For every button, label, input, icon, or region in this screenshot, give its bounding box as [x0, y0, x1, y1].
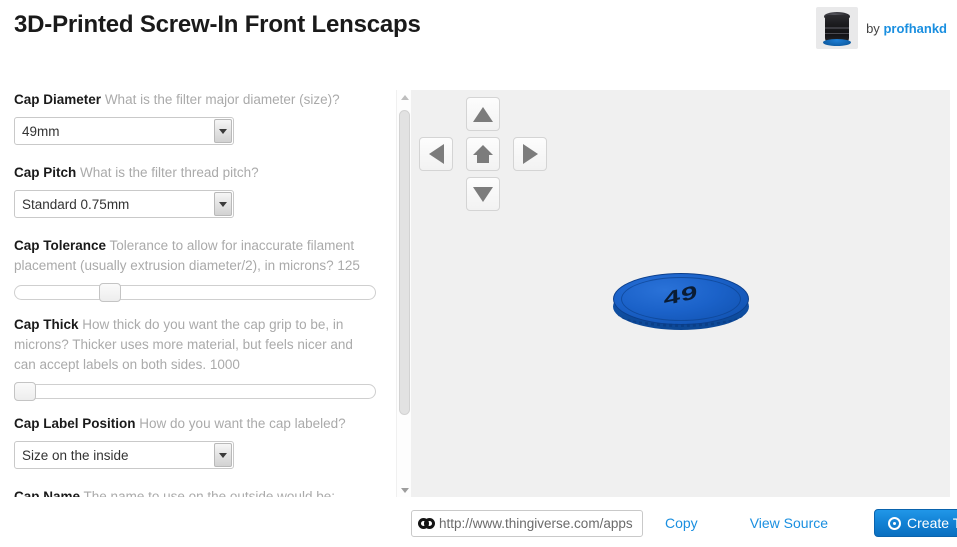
- field-label: Cap Diameter: [14, 92, 102, 107]
- scroll-up-arrow-icon[interactable]: [397, 90, 412, 104]
- triangle-down-icon: [473, 186, 493, 202]
- lens-ring-shape: [825, 33, 850, 34]
- field-label: Cap Label Position: [14, 416, 136, 431]
- field-value: 1000: [209, 357, 240, 372]
- byline: by profhankd: [816, 6, 947, 50]
- field-cap-pitch: Cap Pitch What is the filter thread pitc…: [0, 163, 392, 218]
- form-scrollbar[interactable]: [396, 90, 411, 497]
- home-icon: [473, 145, 493, 163]
- lenscap-3d-model[interactable]: 49: [613, 273, 749, 330]
- lens-glass-shape: [823, 39, 852, 46]
- customizer-form-panel: Cap Diameter What is the filter major di…: [0, 90, 411, 497]
- model-viewer[interactable]: 49: [411, 90, 950, 497]
- field-label: Cap Name: [14, 489, 81, 497]
- lens-ring-shape: [825, 27, 850, 29]
- slider-track[interactable]: [14, 384, 376, 399]
- field-value: 125: [337, 258, 360, 273]
- author-link[interactable]: profhankd: [883, 21, 947, 36]
- chain-link-icon: [418, 517, 435, 529]
- field-label-row: Cap Label Position How do you want the c…: [14, 414, 378, 434]
- slider-thumb[interactable]: [14, 382, 36, 401]
- cap-pitch-select-wrap[interactable]: Standard 0.75mm: [14, 190, 234, 218]
- field-cap-tolerance: Cap Tolerance Tolerance to allow for ina…: [0, 236, 392, 302]
- field-description: What is the filter thread pitch?: [80, 165, 259, 180]
- field-label: Cap Thick: [14, 317, 79, 332]
- rotate-left-button[interactable]: [419, 137, 453, 171]
- scrollbar-thumb[interactable]: [399, 110, 410, 415]
- viewer-navigation-pad: [418, 97, 548, 217]
- copy-link-button[interactable]: Copy: [665, 515, 698, 531]
- cap-pitch-select[interactable]: Standard 0.75mm: [14, 190, 234, 218]
- triangle-up-icon: [473, 106, 493, 122]
- field-label: Cap Tolerance: [14, 238, 107, 253]
- scroll-down-arrow-icon[interactable]: [397, 483, 412, 497]
- rotate-up-button[interactable]: [466, 97, 500, 131]
- share-url-field[interactable]: http://www.thingiverse.com/apps: [411, 509, 643, 537]
- field-cap-diameter: Cap Diameter What is the filter major di…: [0, 90, 392, 145]
- cap-label-position-select[interactable]: Size on the inside: [14, 441, 234, 469]
- byline-text: by profhankd: [866, 21, 947, 36]
- reset-view-button[interactable]: [466, 137, 500, 171]
- page-title: 3D-Printed Screw-In Front Lenscaps: [14, 11, 421, 38]
- slider-track[interactable]: [14, 285, 376, 300]
- field-description: What is the filter major diameter (size)…: [104, 92, 340, 107]
- field-cap-name: Cap Name The name to use on the outside …: [0, 487, 392, 497]
- create-thing-label: Create Thing: [907, 515, 957, 531]
- cap-diameter-select-wrap[interactable]: 49mm: [14, 117, 234, 145]
- triangle-right-icon: [522, 144, 538, 164]
- cap-label-position-select-wrap[interactable]: Size on the inside: [14, 441, 234, 469]
- rotate-right-button[interactable]: [513, 137, 547, 171]
- slider-thumb[interactable]: [99, 283, 121, 302]
- field-label-row: Cap Thick How thick do you want the cap …: [14, 315, 378, 375]
- byline-prefix: by: [866, 20, 880, 36]
- cap-diameter-select[interactable]: 49mm: [14, 117, 234, 145]
- rotate-down-button[interactable]: [466, 177, 500, 211]
- field-description: The name to use on the outside would be:: [83, 489, 335, 497]
- viewer-bottom-bar: http://www.thingiverse.com/apps Copy Vie…: [411, 505, 957, 541]
- field-label-row: Cap Diameter What is the filter major di…: [14, 90, 378, 110]
- page-header: 3D-Printed Screw-In Front Lenscaps by pr…: [0, 0, 957, 58]
- field-label-row: Cap Pitch What is the filter thread pitc…: [14, 163, 378, 183]
- field-cap-label-position: Cap Label Position How do you want the c…: [0, 414, 392, 469]
- avatar[interactable]: [816, 7, 859, 49]
- field-label-row: Cap Name The name to use on the outside …: [14, 487, 378, 497]
- cap-tolerance-slider[interactable]: [14, 283, 376, 302]
- form-fields-container: Cap Diameter What is the filter major di…: [0, 90, 392, 497]
- view-source-button[interactable]: View Source: [750, 515, 828, 531]
- record-circle-icon: [888, 516, 902, 530]
- create-thing-button[interactable]: Create Thing: [874, 509, 957, 537]
- field-description: How do you want the cap labeled?: [139, 416, 346, 431]
- field-label-row: Cap Tolerance Tolerance to allow for ina…: [14, 236, 378, 276]
- field-cap-thick: Cap Thick How thick do you want the cap …: [0, 315, 392, 401]
- field-label: Cap Pitch: [14, 165, 77, 180]
- triangle-left-icon: [428, 144, 444, 164]
- share-url-value: http://www.thingiverse.com/apps: [439, 515, 633, 531]
- cap-thick-slider[interactable]: [14, 382, 376, 401]
